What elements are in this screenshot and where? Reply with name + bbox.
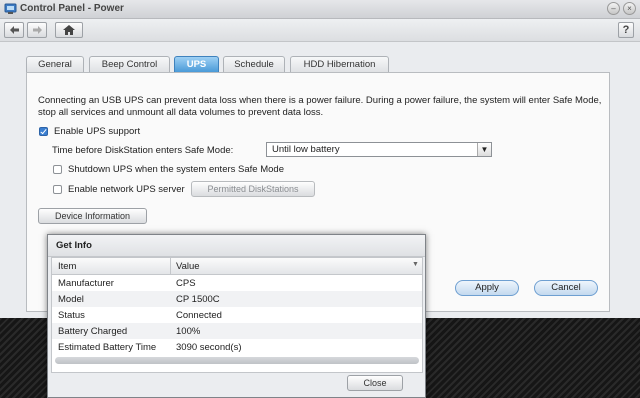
shutdown-ups-checkbox[interactable] — [53, 165, 62, 174]
toolbar: ? — [0, 19, 640, 42]
chevron-down-icon[interactable]: ▼ — [477, 143, 491, 156]
shutdown-ups-row[interactable]: Shutdown UPS when the system enters Safe… — [53, 164, 284, 175]
cell-item: Status — [58, 310, 85, 321]
apply-button[interactable]: Apply — [455, 280, 519, 296]
cell-value: 3090 second(s) — [176, 342, 242, 353]
cell-item: Manufacturer — [58, 278, 114, 289]
get-info-dialog: Get Info Item Value ▼ Manufacturer CPS M… — [47, 234, 426, 398]
forward-button[interactable] — [27, 22, 47, 38]
table-row[interactable]: Model CP 1500C — [52, 291, 422, 307]
safe-mode-time-select[interactable]: Until low battery ▼ — [266, 142, 492, 157]
column-divider[interactable] — [170, 258, 171, 274]
tab-schedule[interactable]: Schedule — [223, 56, 285, 72]
ups-description: Connecting an USB UPS can prevent data l… — [38, 95, 602, 118]
title-bar: Control Panel - Power – × — [0, 0, 640, 19]
help-button[interactable]: ? — [618, 22, 634, 38]
cell-item: Battery Charged — [58, 326, 128, 337]
enable-ups-label: Enable UPS support — [54, 126, 141, 137]
tab-general[interactable]: General — [26, 56, 84, 72]
device-information-button[interactable]: Device Information — [38, 208, 147, 224]
table-row[interactable]: Status Connected — [52, 307, 422, 323]
tab-hdd-hibernation[interactable]: HDD Hibernation — [290, 56, 389, 72]
permitted-diskstations-button[interactable]: Permitted DiskStations — [191, 181, 315, 197]
network-ups-checkbox[interactable] — [53, 185, 62, 194]
home-button[interactable] — [55, 22, 83, 38]
safe-mode-time-value: Until low battery — [272, 144, 340, 155]
tab-beep-control[interactable]: Beep Control — [89, 56, 170, 72]
close-button[interactable]: Close — [347, 375, 403, 391]
minimize-button[interactable]: – — [607, 2, 620, 15]
safe-mode-time-label: Time before DiskStation enters Safe Mode… — [52, 145, 234, 156]
tab-ups[interactable]: UPS — [174, 56, 219, 72]
back-arrow-icon — [9, 26, 19, 34]
enable-ups-row[interactable]: Enable UPS support — [39, 126, 140, 137]
network-ups-row[interactable]: Enable network UPS server — [53, 184, 185, 195]
column-header-value[interactable]: Value — [176, 261, 200, 272]
cell-item: Model — [58, 294, 84, 305]
dialog-title: Get Info — [48, 235, 425, 257]
cancel-button[interactable]: Cancel — [534, 280, 598, 296]
info-table: Item Value ▼ Manufacturer CPS Model CP 1… — [51, 257, 423, 373]
column-menu-icon[interactable]: ▼ — [412, 261, 419, 268]
cell-value: CPS — [176, 278, 196, 289]
table-row[interactable]: Estimated Battery Time 3090 second(s) — [52, 339, 422, 355]
home-icon — [63, 25, 75, 35]
table-header: Item Value ▼ — [52, 258, 422, 275]
forward-arrow-icon — [32, 26, 42, 34]
table-row[interactable]: Battery Charged 100% — [52, 323, 422, 339]
close-window-button[interactable]: × — [623, 2, 636, 15]
cell-value: 100% — [176, 326, 201, 337]
column-header-item[interactable]: Item — [58, 261, 76, 272]
cell-value: Connected — [176, 310, 222, 321]
safe-mode-time-row: Time before DiskStation enters Safe Mode… — [52, 145, 233, 156]
enable-ups-checkbox[interactable] — [39, 127, 48, 136]
network-ups-label: Enable network UPS server — [68, 184, 185, 195]
cell-item: Estimated Battery Time — [58, 342, 157, 353]
horizontal-scrollbar[interactable] — [55, 357, 419, 364]
cell-value: CP 1500C — [176, 294, 220, 305]
back-button[interactable] — [4, 22, 24, 38]
shutdown-ups-label: Shutdown UPS when the system enters Safe… — [68, 164, 284, 175]
control-panel-icon — [4, 3, 17, 14]
window-title: Control Panel - Power — [20, 3, 124, 14]
table-row[interactable]: Manufacturer CPS — [52, 275, 422, 291]
